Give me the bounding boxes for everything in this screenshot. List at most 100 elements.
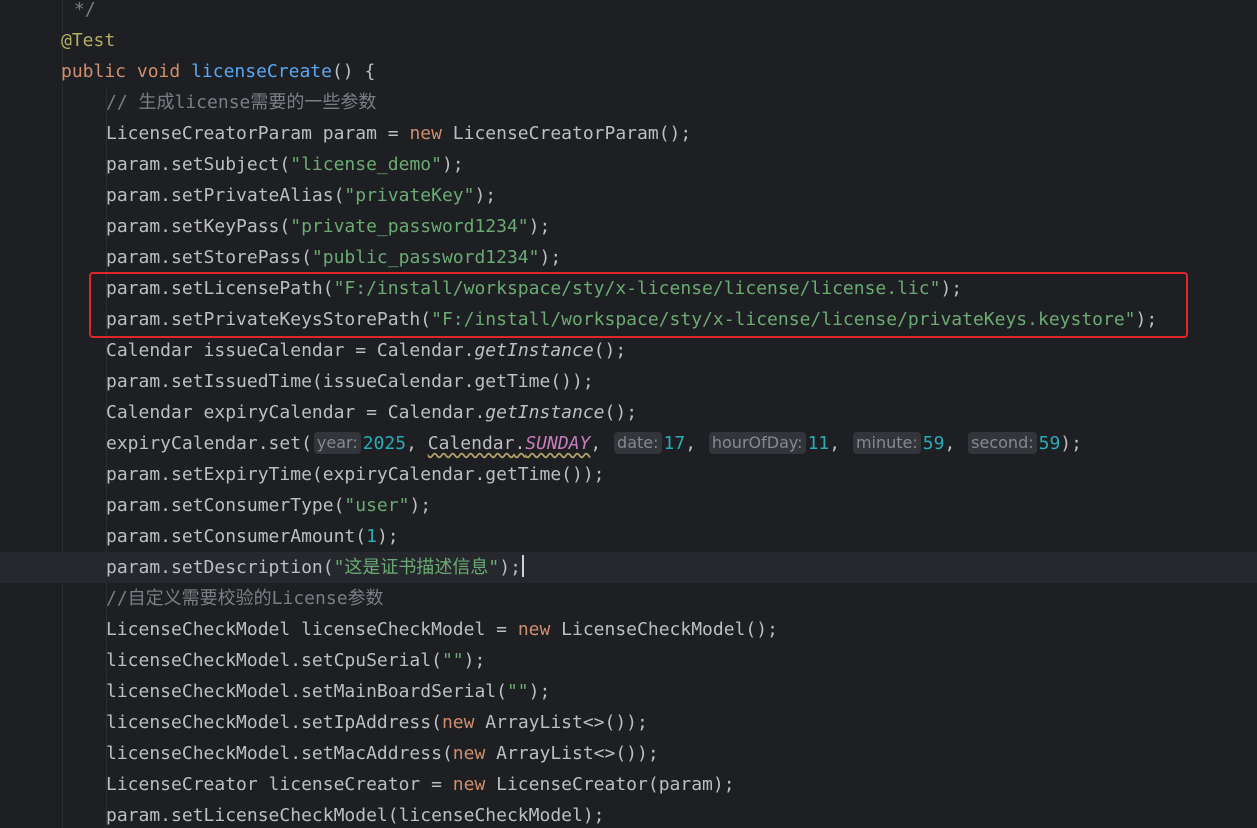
code-text: (); [604, 402, 638, 423]
string-literal: "license_demo" [290, 154, 442, 175]
code-text: ); [539, 247, 562, 268]
keyword-new: new [452, 743, 486, 764]
code-text: licenseCheckModel.setCpuSerial( [106, 650, 442, 671]
code-line: param.setConsumerAmount(1); [0, 521, 1257, 552]
code-text: licenseCheckModel.setMacAddress( [106, 743, 453, 764]
string-literal: "privateKey" [344, 185, 475, 206]
code-text: param.setKeyPass( [106, 216, 291, 237]
code-line: param.setStorePass("public_password1234"… [0, 242, 1257, 273]
code-text: ); [940, 278, 963, 299]
code-line: // 生成license需要的一些参数 [0, 87, 1257, 118]
code-text: LicenseCheckModel licenseCheckModel = [106, 619, 518, 640]
string-literal: "user" [344, 495, 410, 516]
keyword-new: new [517, 619, 551, 640]
code-text: ); [409, 495, 432, 516]
code-line: licenseCheckModel.setCpuSerial(""); [0, 645, 1257, 676]
code-text: param.setConsumerType( [106, 495, 345, 516]
code-editor[interactable]: */ @Test public void licenseCreate() { /… [0, 0, 1257, 828]
code-text: Calendar expiryCalendar = Calendar. [106, 402, 486, 423]
code-line: param.setSubject("license_demo"); [0, 149, 1257, 180]
code-text: ); [528, 216, 551, 237]
code-text: , [685, 433, 707, 454]
code-text: ); [463, 650, 486, 671]
code-line: Calendar issueCalendar = Calendar.getIns… [0, 335, 1257, 366]
code-line: licenseCheckModel.setMainBoardSerial("")… [0, 676, 1257, 707]
code-text: param.setStorePass( [106, 247, 312, 268]
code-text: ); [376, 526, 399, 547]
string-literal: "public_password1234" [311, 247, 540, 268]
code-text: param.setConsumerAmount( [106, 526, 367, 547]
number-literal: 59 [1038, 433, 1061, 454]
code-text: LicenseCreator licenseCreator = [106, 774, 453, 795]
code-text: Calendar [427, 433, 515, 454]
code-text: , [829, 433, 851, 454]
code-line: param.setLicenseCheckModel(licenseCheckM… [0, 800, 1257, 828]
code-text: . [514, 433, 526, 454]
keyword-new: new [452, 774, 486, 795]
code-text: ); [441, 154, 464, 175]
code-text: (); [593, 340, 627, 361]
code-text: LicenseCheckModel(); [550, 619, 778, 640]
code-line: param.setIssuedTime(issueCalendar.getTim… [0, 366, 1257, 397]
string-literal: "F:/install/workspace/sty/x-license/lice… [333, 278, 941, 299]
keyword-new: new [441, 712, 475, 733]
code-text: ); [499, 557, 521, 578]
string-literal: "F:/install/workspace/sty/x-license/lice… [431, 309, 1136, 330]
number-literal: 17 [663, 433, 686, 454]
inlay-hint-second: second: [968, 432, 1037, 454]
string-literal: "" [506, 681, 529, 702]
code-line: param.setExpiryTime(expiryCalendar.getTi… [0, 459, 1257, 490]
static-method: getInstance [485, 402, 605, 423]
static-method: getInstance [474, 340, 594, 361]
code-line: Calendar expiryCalendar = Calendar.getIn… [0, 397, 1257, 428]
code-text: licenseCheckModel.setMainBoardSerial( [106, 681, 507, 702]
current-code-line[interactable]: param.setDescription("这是证书描述信息"); [0, 552, 1257, 583]
inlay-hint-year: year: [313, 432, 361, 454]
string-literal: "" [441, 650, 464, 671]
comment-end: */ [74, 0, 96, 20]
string-literal: "private_password1234" [290, 216, 529, 237]
text-caret [521, 555, 524, 577]
code-text: licenseCheckModel.setIpAddress( [106, 712, 442, 733]
number-literal: 11 [807, 433, 830, 454]
comment-line: //自定义需要校验的License参数 [106, 588, 384, 609]
code-text: param.setLicenseCheckModel(licenseCheckM… [106, 805, 605, 826]
number-literal: 59 [922, 433, 945, 454]
code-text: param.setLicensePath( [106, 278, 334, 299]
comment-line: // 生成license需要的一些参数 [106, 92, 377, 113]
code-line: */ [0, 0, 1257, 25]
code-text: LicenseCreatorParam param = [106, 123, 410, 144]
code-text: param.setIssuedTime(issueCalendar.getTim… [106, 371, 594, 392]
code-line: param.setConsumerType("user"); [0, 490, 1257, 521]
code-line: param.setKeyPass("private_password1234")… [0, 211, 1257, 242]
test-annotation: @Test [61, 30, 116, 51]
code-line: licenseCheckModel.setMacAddress(new Arra… [0, 738, 1257, 769]
code-line: param.setLicensePath("F:/install/workspa… [0, 273, 1257, 304]
code-line: //自定义需要校验的License参数 [0, 583, 1257, 614]
number-literal: 2025 [362, 433, 407, 454]
code-text: LicenseCreatorParam(); [441, 123, 692, 144]
number-literal: 1 [366, 526, 377, 547]
code-text: ); [1135, 309, 1158, 330]
code-line: param.setPrivateKeysStorePath("F:/instal… [0, 304, 1257, 335]
inlay-hint-minute: minute: [852, 432, 921, 454]
code-line: @Test [0, 25, 1257, 56]
code-line: LicenseCreatorParam param = new LicenseC… [0, 118, 1257, 149]
code-line: param.setPrivateAlias("privateKey"); [0, 180, 1257, 211]
code-text: param.setPrivateAlias( [106, 185, 345, 206]
inlay-hint-hour: hourOfDay: [708, 432, 806, 454]
keyword-new: new [409, 123, 442, 144]
code-text: param.setSubject( [106, 154, 291, 175]
code-text: Calendar issueCalendar = Calendar. [106, 340, 475, 361]
code-text: param.setExpiryTime(expiryCalendar.getTi… [106, 464, 605, 485]
code-text: , [590, 433, 613, 454]
keyword-void: void [136, 61, 181, 82]
method-decl-tail: () { [331, 61, 376, 82]
code-text: ); [1060, 433, 1082, 454]
constant-sunday: SUNDAY [525, 433, 591, 454]
code-text: LicenseCreator(param); [485, 774, 735, 795]
code-text: , [406, 433, 428, 454]
method-name: licenseCreate [191, 61, 332, 82]
code-text: param.setDescription( [106, 557, 334, 578]
code-text: ); [528, 681, 551, 702]
